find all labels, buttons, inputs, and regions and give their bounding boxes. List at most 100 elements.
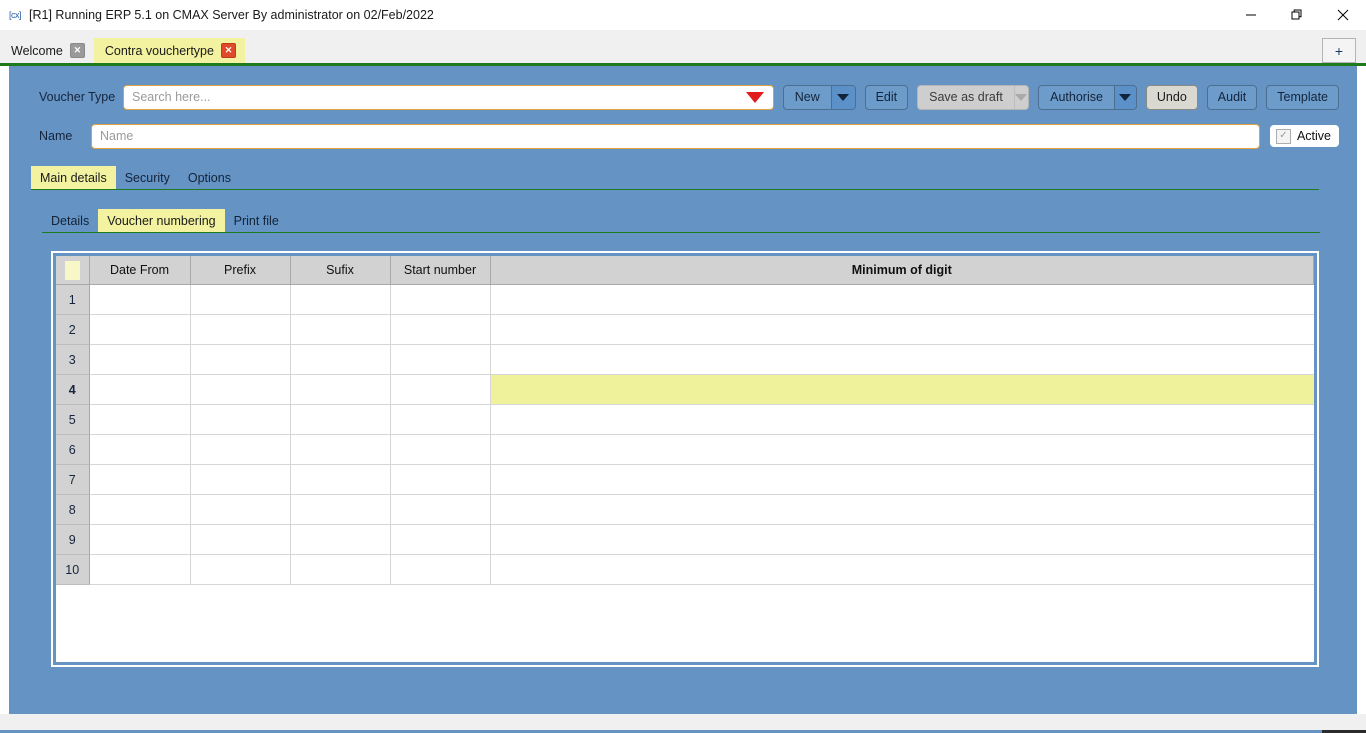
- cell-prefix[interactable]: [190, 434, 291, 465]
- tab-main-details[interactable]: Main details: [31, 166, 116, 189]
- edit-button[interactable]: Edit: [864, 84, 909, 110]
- cell-start-number[interactable]: [390, 284, 491, 315]
- audit-button[interactable]: Audit: [1206, 84, 1258, 110]
- cell-sufix[interactable]: [290, 314, 391, 345]
- search-input[interactable]: [124, 89, 746, 105]
- column-header-minimum-of-digit[interactable]: Minimum of digit: [490, 256, 1314, 285]
- cell-minimum-of-digit[interactable]: [490, 524, 1314, 555]
- minimize-button[interactable]: [1228, 0, 1274, 30]
- cell-prefix[interactable]: [190, 374, 291, 405]
- tab-options[interactable]: Options: [179, 166, 240, 189]
- table-row[interactable]: 3: [56, 344, 1314, 375]
- row-number[interactable]: 8: [56, 494, 90, 525]
- cell-start-number[interactable]: [390, 434, 491, 465]
- dropdown-arrow-icon[interactable]: [745, 91, 764, 103]
- cell-minimum-of-digit[interactable]: [490, 494, 1314, 525]
- cell-minimum-of-digit[interactable]: [490, 404, 1314, 435]
- cell-start-number[interactable]: [390, 314, 491, 345]
- cell-sufix[interactable]: [290, 404, 391, 435]
- cell-minimum-of-digit[interactable]: [490, 344, 1314, 375]
- cell-prefix[interactable]: [190, 344, 291, 375]
- cell-start-number[interactable]: [390, 464, 491, 495]
- cell-sufix[interactable]: [290, 464, 391, 495]
- tab-security[interactable]: Security: [116, 166, 179, 189]
- cell-prefix[interactable]: [190, 464, 291, 495]
- new-button[interactable]: New: [782, 84, 856, 110]
- cell-prefix[interactable]: [190, 494, 291, 525]
- cell-start-number[interactable]: [390, 344, 491, 375]
- cell-prefix[interactable]: [190, 554, 291, 585]
- cell-date-from[interactable]: [89, 374, 191, 405]
- cell-date-from[interactable]: [89, 554, 191, 585]
- row-number[interactable]: 9: [56, 524, 90, 555]
- column-header-date-from[interactable]: Date From: [89, 256, 191, 285]
- table-corner-header[interactable]: [56, 256, 90, 285]
- cell-start-number[interactable]: [390, 404, 491, 435]
- table-row[interactable]: 1: [56, 284, 1314, 315]
- cell-date-from[interactable]: [89, 314, 191, 345]
- row-number[interactable]: 5: [56, 404, 90, 435]
- cell-prefix[interactable]: [190, 404, 291, 435]
- cell-date-from[interactable]: [89, 404, 191, 435]
- cell-prefix[interactable]: [190, 314, 291, 345]
- column-header-start-number[interactable]: Start number: [390, 256, 491, 285]
- cell-minimum-of-digit[interactable]: [490, 464, 1314, 495]
- table-row-selected[interactable]: 4: [56, 374, 1314, 405]
- authorise-dropdown-arrow-icon[interactable]: [1113, 85, 1136, 109]
- cell-date-from[interactable]: [89, 434, 191, 465]
- cell-sufix[interactable]: [290, 434, 391, 465]
- row-number[interactable]: 3: [56, 344, 90, 375]
- cell-sufix[interactable]: [290, 374, 391, 405]
- cell-sufix[interactable]: [290, 344, 391, 375]
- grid-scroll-area[interactable]: Date From Prefix Sufix Start number Mini…: [56, 256, 1314, 662]
- cell-sufix[interactable]: [290, 524, 391, 555]
- doc-tab-close-icon[interactable]: ✕: [69, 43, 85, 58]
- voucher-type-search-box[interactable]: [123, 84, 774, 110]
- cell-date-from[interactable]: [89, 284, 191, 315]
- cell-minimum-of-digit[interactable]: [490, 314, 1314, 345]
- doc-tab-contra-vouchertype[interactable]: Contra vouchertype ✕: [93, 38, 245, 63]
- tab-print-file[interactable]: Print file: [225, 209, 288, 232]
- cell-prefix[interactable]: [190, 524, 291, 555]
- cell-date-from[interactable]: [89, 344, 191, 375]
- cell-date-from[interactable]: [89, 524, 191, 555]
- new-dropdown-arrow-icon[interactable]: [830, 85, 855, 109]
- doc-tab-welcome[interactable]: Welcome ✕: [0, 38, 94, 63]
- table-row[interactable]: 8: [56, 494, 1314, 525]
- row-number[interactable]: 7: [56, 464, 90, 495]
- column-header-sufix[interactable]: Sufix: [290, 256, 391, 285]
- cell-date-from[interactable]: [89, 494, 191, 525]
- cell-minimum-of-digit[interactable]: [490, 284, 1314, 315]
- column-header-prefix[interactable]: Prefix: [190, 256, 291, 285]
- authorise-button[interactable]: Authorise: [1038, 84, 1137, 110]
- table-row[interactable]: 5: [56, 404, 1314, 435]
- add-tab-button[interactable]: +: [1322, 38, 1356, 63]
- undo-button[interactable]: Undo: [1145, 84, 1198, 110]
- name-input[interactable]: [92, 128, 1259, 144]
- table-row[interactable]: 10: [56, 554, 1314, 585]
- table-row[interactable]: 6: [56, 434, 1314, 465]
- cell-start-number[interactable]: [390, 524, 491, 555]
- cell-prefix[interactable]: [190, 284, 291, 315]
- row-number[interactable]: 4: [56, 374, 90, 405]
- tab-details[interactable]: Details: [42, 209, 98, 232]
- cell-minimum-of-digit[interactable]: [490, 554, 1314, 585]
- row-number[interactable]: 6: [56, 434, 90, 465]
- row-number[interactable]: 10: [56, 554, 90, 585]
- cell-minimum-of-digit-active[interactable]: [490, 374, 1314, 405]
- maximize-restore-icon[interactable]: [1274, 0, 1320, 30]
- doc-tab-close-icon[interactable]: ✕: [220, 43, 236, 58]
- table-row[interactable]: 7: [56, 464, 1314, 495]
- cell-start-number[interactable]: [390, 494, 491, 525]
- save-as-draft-button[interactable]: Save as draft: [917, 84, 1030, 110]
- cell-sufix[interactable]: [290, 284, 391, 315]
- cell-minimum-of-digit[interactable]: [490, 434, 1314, 465]
- tab-voucher-numbering[interactable]: Voucher numbering: [98, 209, 225, 232]
- cell-start-number[interactable]: [390, 374, 491, 405]
- cell-date-from[interactable]: [89, 464, 191, 495]
- cell-sufix[interactable]: [290, 554, 391, 585]
- row-number[interactable]: 2: [56, 314, 90, 345]
- save-as-draft-dropdown-arrow-icon[interactable]: [1013, 85, 1029, 109]
- row-number[interactable]: 1: [56, 284, 90, 315]
- table-row[interactable]: 2: [56, 314, 1314, 345]
